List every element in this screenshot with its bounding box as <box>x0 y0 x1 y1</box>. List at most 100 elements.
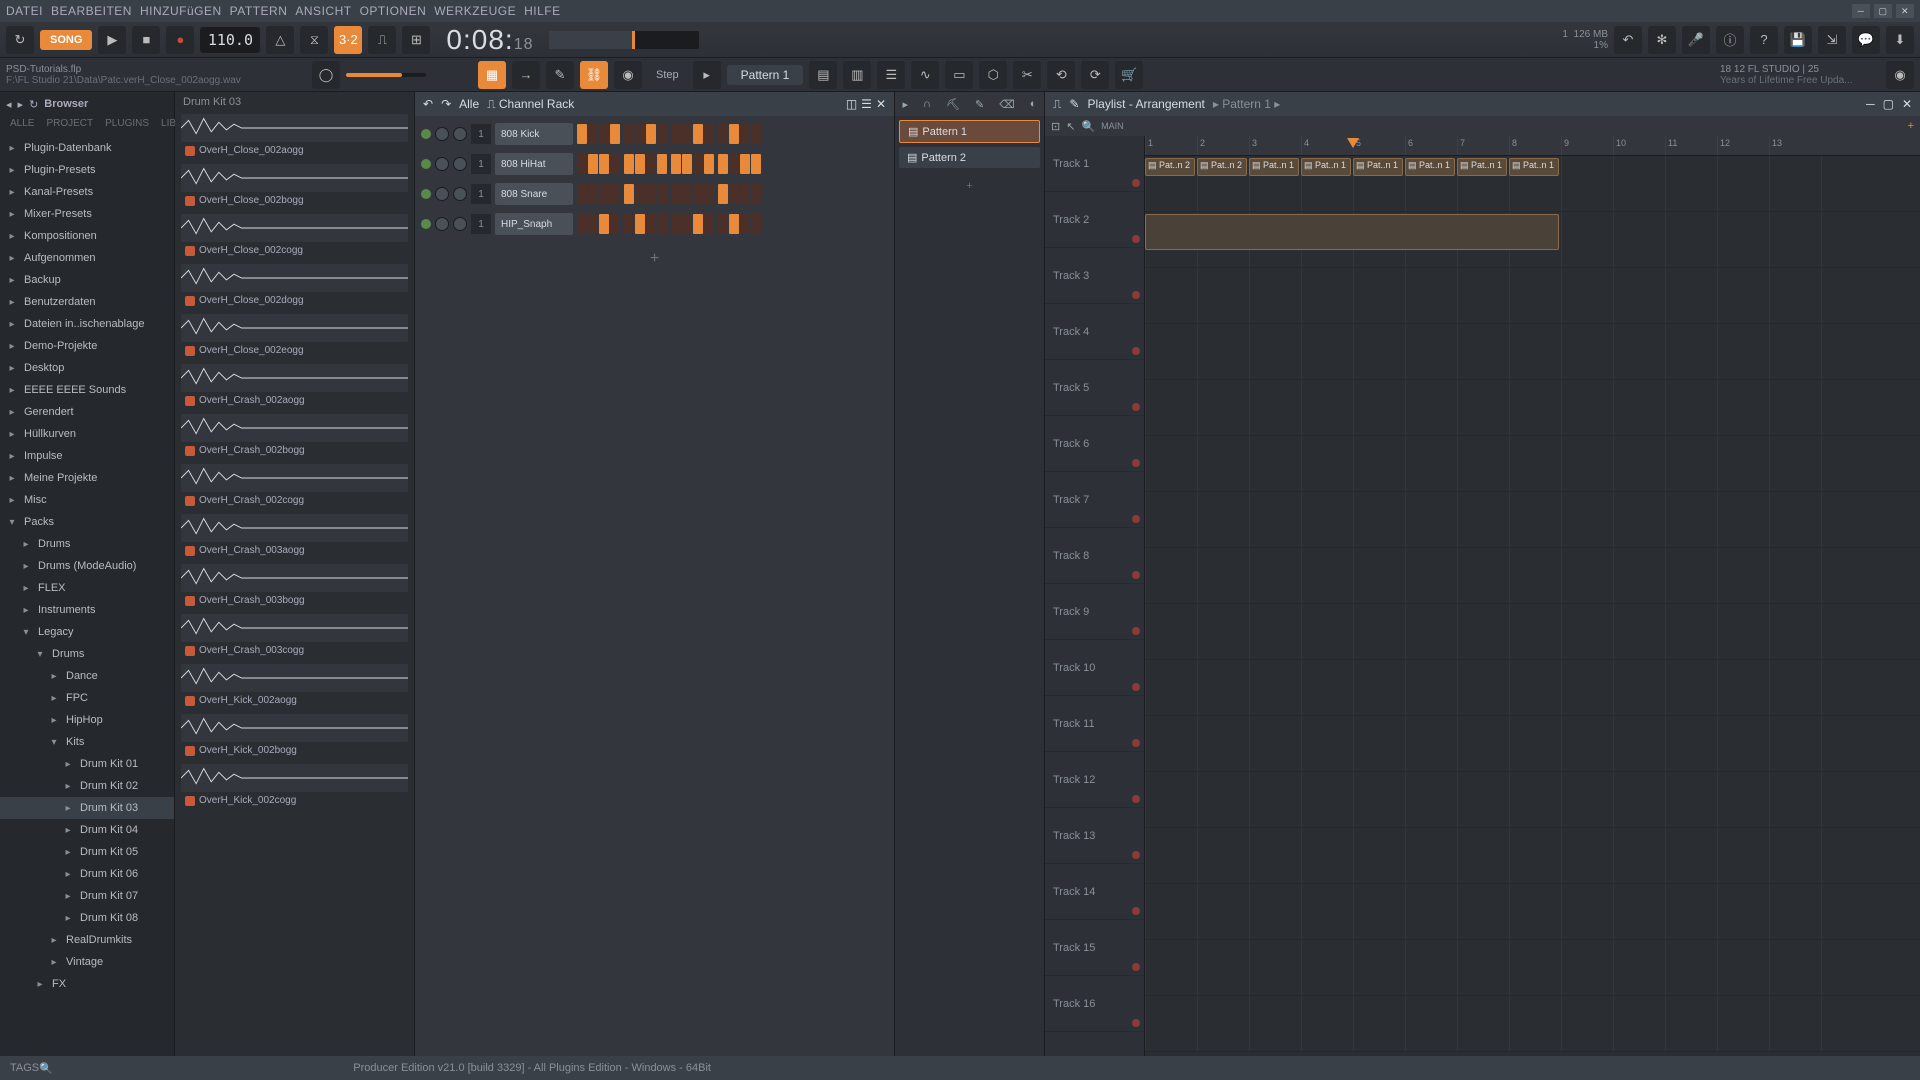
playlist-clip[interactable]: ▤ Pat..n 1 <box>1301 158 1351 176</box>
step-cell[interactable] <box>657 184 667 204</box>
browser-tab-project[interactable]: PROJECT <box>40 115 99 132</box>
step-cell[interactable] <box>624 184 634 204</box>
step-cell[interactable] <box>657 154 667 174</box>
browser-node[interactable]: ▸Benutzerdaten <box>0 291 174 313</box>
channel-pan-knob[interactable] <box>435 217 449 231</box>
grid-row[interactable] <box>1145 716 1920 772</box>
tags-label[interactable]: TAGS <box>10 1062 39 1074</box>
grid-row[interactable] <box>1145 436 1920 492</box>
add-pattern-button[interactable]: + <box>895 172 1044 200</box>
browser-node[interactable]: ▾Drums <box>0 643 174 665</box>
channel-pan-knob[interactable] <box>435 157 449 171</box>
playlist-clip[interactable]: ▤ Pat..n 1 <box>1457 158 1507 176</box>
track-header[interactable]: Track 3 <box>1045 248 1144 304</box>
browser-tab-alle[interactable]: ALLE <box>4 115 40 132</box>
help-icon[interactable]: ? <box>1750 26 1778 54</box>
browser-node[interactable]: ▸Mixer-Presets <box>0 203 174 225</box>
ch-graph-icon[interactable]: ◫ <box>846 97 857 111</box>
record-arm-dot[interactable] <box>1132 179 1140 187</box>
sample-item[interactable]: OverH_Crash_003aogg <box>175 512 414 562</box>
browser-node[interactable]: ▸Impulse <box>0 445 174 467</box>
channel-name[interactable]: HIP_Snaph <box>495 213 573 235</box>
step-cell[interactable] <box>704 214 714 234</box>
step-cell[interactable] <box>718 154 728 174</box>
step-cell[interactable] <box>704 124 714 144</box>
browser-node[interactable]: ▸Drums <box>0 533 174 555</box>
browser-node[interactable]: ▸Drum Kit 02 <box>0 775 174 797</box>
browser-node[interactable]: ▸Drum Kit 03 <box>0 797 174 819</box>
overdub-button[interactable]: 3·2 <box>334 26 362 54</box>
browser-node[interactable]: ▸Drum Kit 01 <box>0 753 174 775</box>
track-header[interactable]: Track 6 <box>1045 416 1144 472</box>
step-cell[interactable] <box>718 214 728 234</box>
browser-node[interactable]: ▸Kanal-Presets <box>0 181 174 203</box>
record-arm-dot[interactable] <box>1132 795 1140 803</box>
pl-tool-zoom[interactable]: 🔍 <box>1081 120 1095 133</box>
step-cell[interactable] <box>682 184 692 204</box>
minimize-button[interactable]: ─ <box>1852 4 1870 18</box>
channel-filter[interactable]: Alle <box>459 97 479 111</box>
step-cell[interactable] <box>635 124 645 144</box>
browser-node[interactable]: ▸Demo-Projekte <box>0 335 174 357</box>
step-cell[interactable] <box>671 154 681 174</box>
browser-node[interactable]: ▸Drum Kit 06 <box>0 863 174 885</box>
fwd-icon[interactable]: ▸ <box>18 98 24 111</box>
sample-item[interactable]: OverH_Crash_002aogg <box>175 362 414 412</box>
menu-werkzeuge[interactable]: WERKZEUGE <box>434 4 516 18</box>
track-header[interactable]: Track 12 <box>1045 752 1144 808</box>
channel-vol-knob[interactable] <box>453 217 467 231</box>
record-arm-dot[interactable] <box>1132 627 1140 635</box>
sample-item[interactable]: OverH_Crash_003cogg <box>175 612 414 662</box>
step-cell[interactable] <box>740 124 750 144</box>
grid-row[interactable] <box>1145 996 1920 1052</box>
ch-menu-icon[interactable]: ☰ <box>861 97 872 111</box>
browser-node[interactable]: ▸FPC <box>0 687 174 709</box>
step-cell[interactable] <box>693 154 703 174</box>
metronome-button[interactable]: △ <box>266 26 294 54</box>
channel-mute-led[interactable] <box>421 129 431 139</box>
channel-vol-knob[interactable] <box>453 127 467 141</box>
browser-node[interactable]: ▸Kompositionen <box>0 225 174 247</box>
browser-node[interactable]: ▸Desktop <box>0 357 174 379</box>
step-cell[interactable] <box>740 154 750 174</box>
track-header[interactable]: Track 7 <box>1045 472 1144 528</box>
pattern-item[interactable]: ▤Pattern 2 <box>899 147 1040 168</box>
playlist-crumb[interactable]: ▸ Pattern 1 ▸ <box>1213 97 1280 111</box>
track-header[interactable]: Track 16 <box>1045 976 1144 1032</box>
sample-item[interactable]: OverH_Close_002aogg <box>175 112 414 162</box>
track-header[interactable]: Track 1 <box>1045 136 1144 192</box>
menu-datei[interactable]: DATEI <box>6 4 43 18</box>
stop-button[interactable]: ■ <box>132 26 160 54</box>
browser-node[interactable]: ▸Aufgenommen <box>0 247 174 269</box>
record-arm-dot[interactable] <box>1132 403 1140 411</box>
step-cell[interactable] <box>657 214 667 234</box>
menu-hilfe[interactable]: HILFE <box>524 4 561 18</box>
news-panel[interactable]: 18 12 FL STUDIO | 25 Years of Lifetime F… <box>1720 64 1880 86</box>
view-channel-button[interactable]: ☰ <box>877 61 905 89</box>
close-button[interactable]: ✕ <box>1896 4 1914 18</box>
channel-number[interactable]: 1 <box>471 154 491 174</box>
menu-ansicht[interactable]: ANSICHT <box>295 4 351 18</box>
sample-item[interactable]: OverH_Close_002dogg <box>175 262 414 312</box>
playlist-clip[interactable]: ▤ Pat..n 2 <box>1197 158 1247 176</box>
step-cell[interactable] <box>588 124 598 144</box>
knob-1[interactable]: ◯ <box>312 61 340 89</box>
channel-mute-led[interactable] <box>421 189 431 199</box>
pl-tool-draw[interactable]: ⎍ <box>1053 97 1061 112</box>
record-arm-dot[interactable] <box>1132 459 1140 467</box>
export-icon[interactable]: ⇲ <box>1818 26 1846 54</box>
globe-icon[interactable]: ◉ <box>1886 61 1914 89</box>
grid-row[interactable] <box>1145 492 1920 548</box>
channel-name[interactable]: 808 Snare <box>495 183 573 205</box>
sample-item[interactable]: OverH_Crash_002bogg <box>175 412 414 462</box>
step-cell[interactable] <box>624 214 634 234</box>
step-cell[interactable] <box>588 214 598 234</box>
grid-row[interactable] <box>1145 268 1920 324</box>
mic-icon[interactable]: 🎤 <box>1682 26 1710 54</box>
maximize-button[interactable]: ▢ <box>1874 4 1892 18</box>
playlist-clip[interactable]: ▤ Pat..n 1 <box>1509 158 1559 176</box>
step-cell[interactable] <box>657 124 667 144</box>
step-cell[interactable] <box>624 124 634 144</box>
track-header[interactable]: Track 15 <box>1045 920 1144 976</box>
settings-icon[interactable]: ✻ <box>1648 26 1676 54</box>
